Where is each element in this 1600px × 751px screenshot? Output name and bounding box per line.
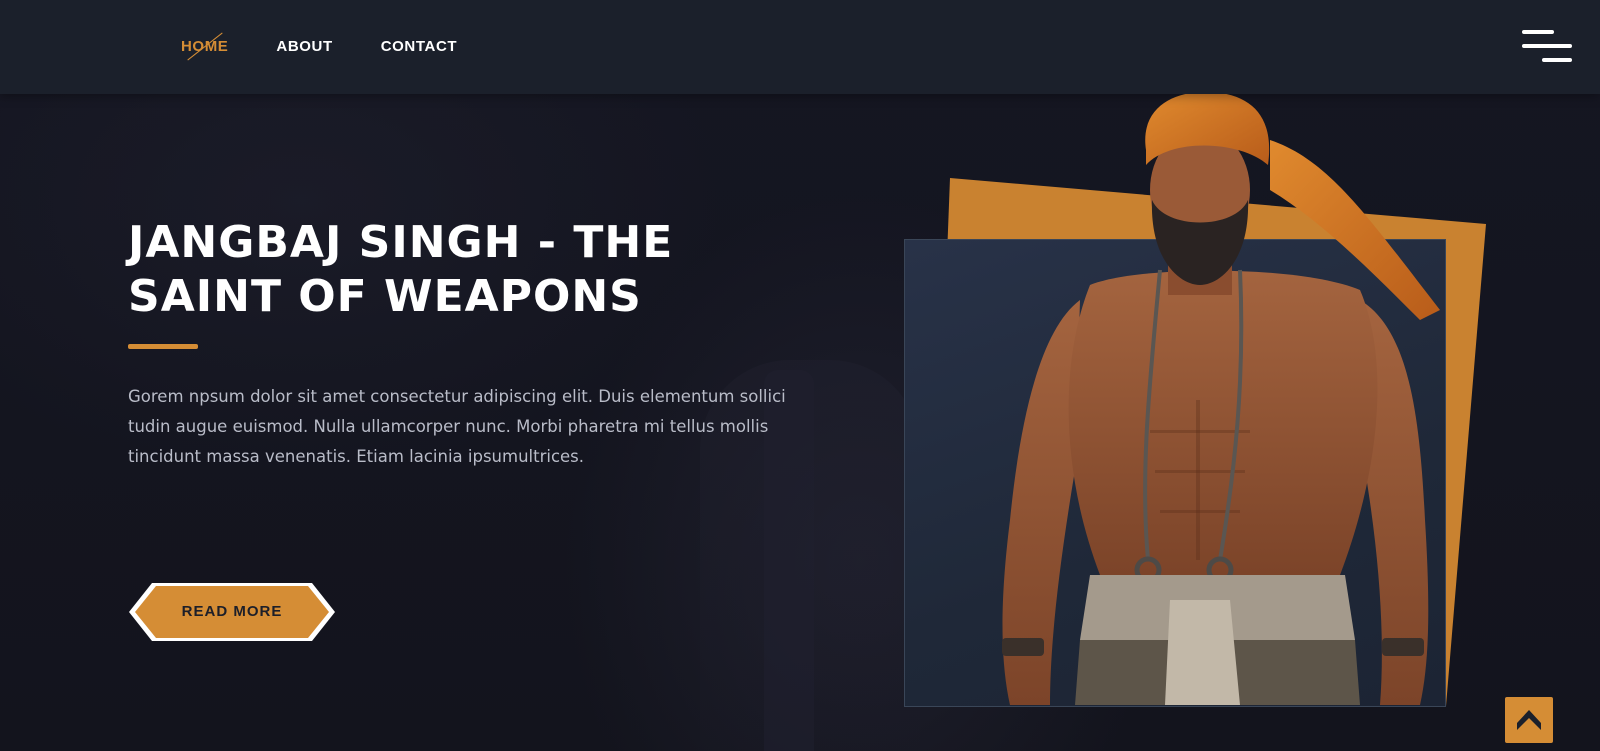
read-more-label: READ MORE [181, 603, 283, 620]
page: HOME ABOUT CONTACT JANGBAJ SINGH - THE S… [0, 0, 1600, 751]
hamburger-line [1522, 44, 1572, 48]
nav-item-about[interactable]: ABOUT [276, 36, 332, 58]
site-header: HOME ABOUT CONTACT [0, 0, 1600, 94]
read-more-button[interactable]: READ MORE [128, 582, 336, 642]
portrait-panel [904, 239, 1446, 707]
hero-title: JANGBAJ SINGH - THE SAINT OF WEAPONS [128, 216, 688, 324]
hamburger-menu-icon[interactable] [1522, 30, 1572, 64]
nav-item-home[interactable]: HOME [181, 32, 228, 61]
hero-description: Gorem npsum dolor sit amet consectetur a… [128, 387, 786, 466]
scroll-to-top-button[interactable] [1505, 697, 1553, 743]
nav-item-about-label: ABOUT [276, 38, 333, 55]
hamburger-line [1542, 58, 1572, 62]
title-underline [128, 344, 198, 349]
nav-item-contact[interactable]: CONTACT [381, 36, 457, 58]
main-nav: HOME ABOUT CONTACT [181, 32, 457, 61]
hero-title-line-2: SAINT OF WEAPONS [128, 271, 642, 322]
hamburger-line [1522, 30, 1554, 34]
chevron-up-icon [1517, 710, 1541, 730]
nav-item-contact-label: CONTACT [380, 38, 458, 55]
hero-title-line-1: JANGBAJ SINGH - THE [128, 217, 674, 268]
